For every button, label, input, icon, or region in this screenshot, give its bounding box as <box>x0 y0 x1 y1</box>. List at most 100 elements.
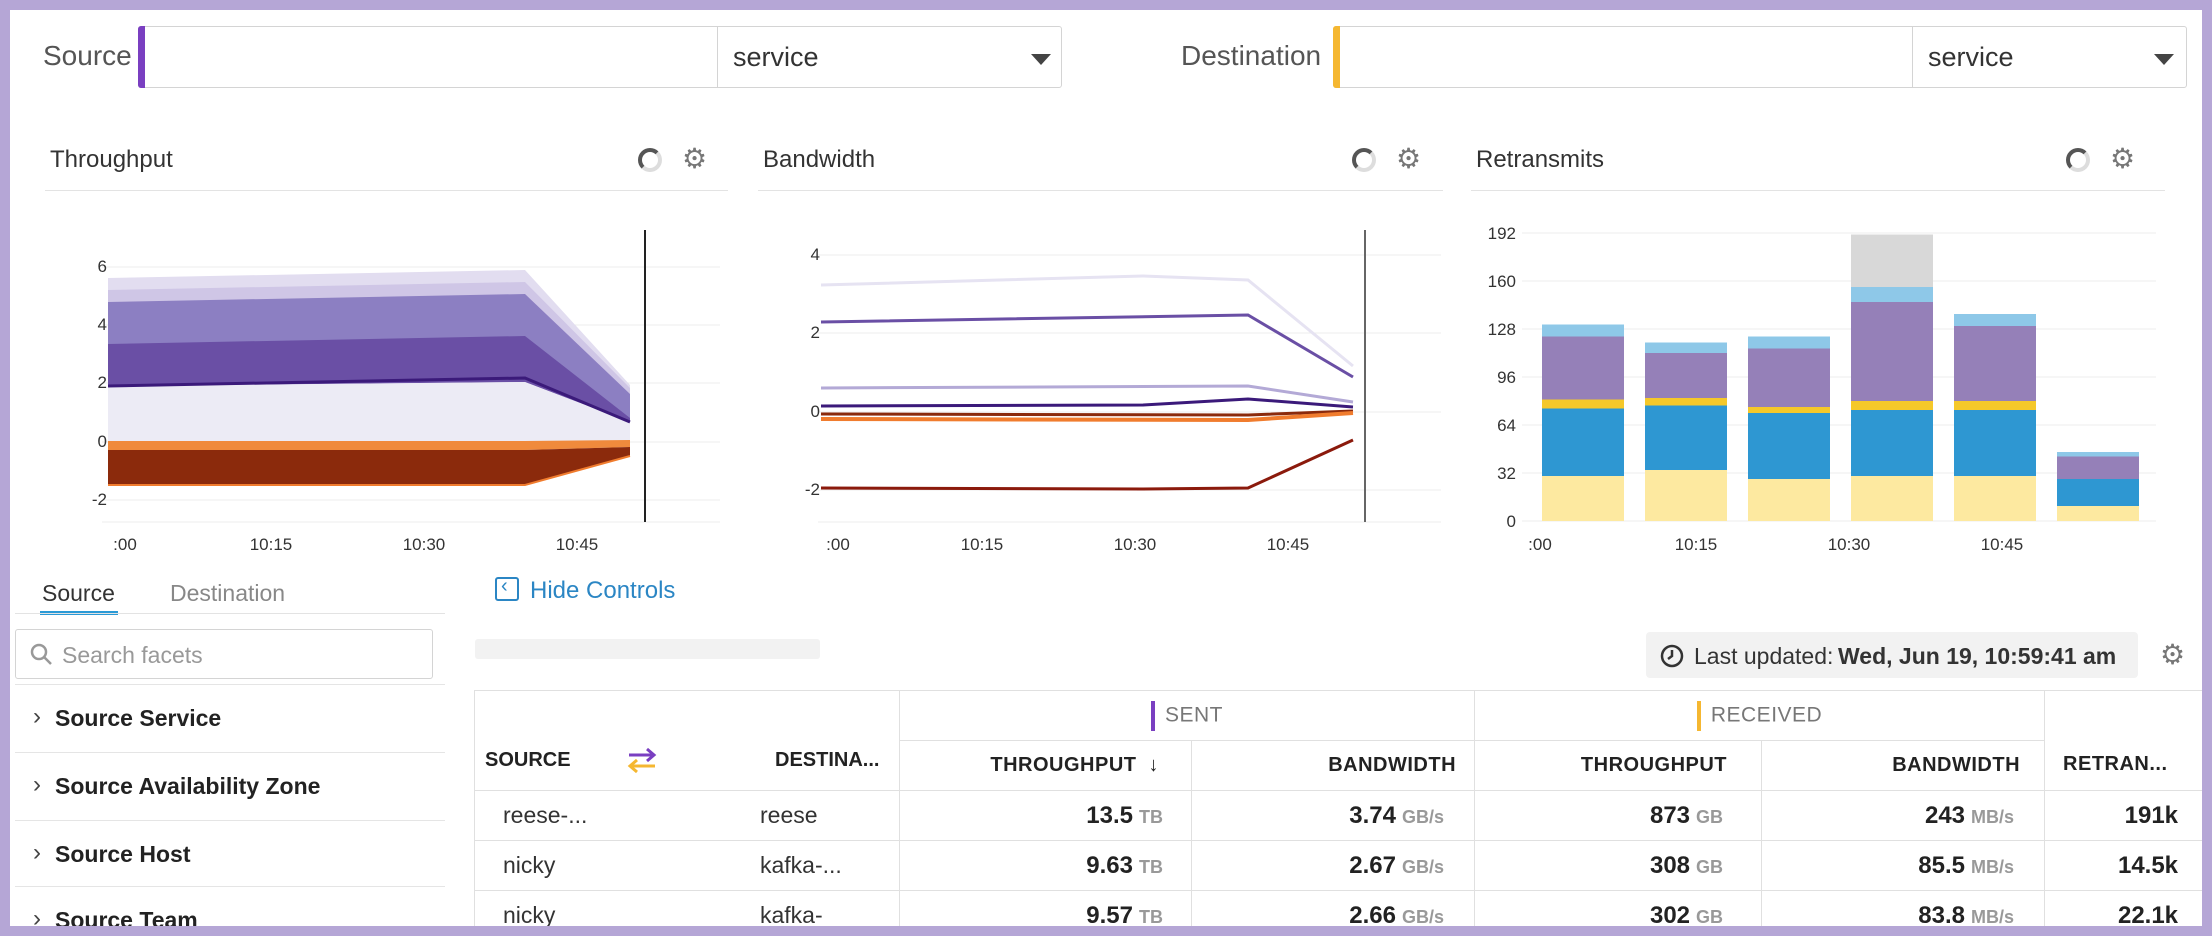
line-series-7 <box>820 438 1354 491</box>
x-tick: 10:30 <box>1114 535 1157 550</box>
facet-source-team[interactable]: › Source Team <box>15 886 445 926</box>
facet-label: Source Host <box>55 841 191 867</box>
row-sent-bandwidth: 2.66 GB/s <box>1190 890 1476 926</box>
widget-divider <box>758 190 1443 191</box>
retransmits-chart[interactable]: 192 160 128 96 64 32 0 :00 10:15 10:30 1… <box>1476 210 2176 550</box>
gear-icon[interactable]: ⚙ <box>2160 641 2185 669</box>
source-group-by-value[interactable]: service <box>733 42 819 73</box>
sent-throughput-header[interactable]: THROUGHPUT ↓ <box>899 740 1192 791</box>
bar-segment <box>1748 336 1830 349</box>
row-retransmits: 191k <box>2044 790 2202 841</box>
bar-segment <box>1645 398 1727 406</box>
bar-segment <box>1645 353 1727 398</box>
y-tick: 0 <box>811 402 820 421</box>
destination-filter[interactable]: service <box>1333 26 2187 88</box>
y-axis-labels: 6 4 2 0 -2 <box>92 257 107 509</box>
y-tick: 2 <box>98 373 107 392</box>
widget-divider <box>45 190 728 191</box>
x-tick: 10:15 <box>961 535 1004 550</box>
x-tick: 10:45 <box>556 535 599 550</box>
facet-source-host[interactable]: › Source Host <box>15 820 445 888</box>
row-destination: reese <box>760 802 818 828</box>
facet-source-availability-zone[interactable]: › Source Availability Zone <box>15 752 445 820</box>
collapse-icon[interactable]: ‹ <box>495 575 519 601</box>
throughput-title: Throughput <box>50 146 173 173</box>
bar-segment <box>1954 476 2036 521</box>
bandwidth-chart[interactable]: 4 2 0 -2 :00 10:15 10:30 10:45 <box>763 210 1453 550</box>
gear-icon[interactable]: ⚙ <box>682 145 707 173</box>
sent-bandwidth-header[interactable]: BANDWIDTH <box>1190 740 1476 791</box>
destination-color-bar <box>1333 26 1340 88</box>
destination-column-header[interactable]: DESTINA... <box>775 749 879 772</box>
tabs-divider <box>15 613 445 614</box>
row-sent-throughput: 9.57 TB <box>899 890 1192 926</box>
source-filter[interactable]: service <box>138 26 1062 88</box>
row-source-dest: nicky kafka- <box>474 890 900 926</box>
received-group-header: RECEIVED <box>1474 690 2046 741</box>
row-received-bandwidth: 85.5 MB/s <box>1761 840 2046 891</box>
x-tick: 10:45 <box>1981 535 2024 550</box>
retransmits-column-header[interactable]: RETRAN... <box>2044 690 2202 791</box>
widget-divider <box>1471 190 2165 191</box>
hide-controls-link[interactable]: Hide Controls <box>530 577 675 605</box>
gear-icon[interactable]: ⚙ <box>1396 145 1421 173</box>
bar-segment <box>2057 506 2139 521</box>
row-source-dest: nicky kafka-... <box>474 840 900 891</box>
search-input[interactable]: Search facets <box>15 629 433 679</box>
search-icon <box>30 643 52 665</box>
bar-segment <box>2057 456 2139 479</box>
bandwidth-lines <box>820 274 1354 491</box>
bar-segment <box>1954 410 2036 476</box>
row-sent-bandwidth: 2.67 GB/s <box>1190 840 1476 891</box>
network-page: Source service Destination service Throu… <box>10 10 2202 926</box>
bar-segment <box>1851 234 1933 287</box>
throughput-areas <box>107 270 631 486</box>
received-color-bar <box>1696 700 1701 731</box>
bar-segment <box>1542 476 1624 521</box>
x-axis-labels: :00 10:15 10:30 10:45 <box>826 535 1309 550</box>
x-axis-labels: :00 10:15 10:30 10:45 <box>113 535 598 550</box>
row-received-throughput: 873 GB <box>1474 790 1763 841</box>
chevron-right-icon: › <box>33 703 41 730</box>
source-dest-header: SOURCE DESTINA... <box>474 690 900 791</box>
bar-segment <box>1954 401 2036 410</box>
bar-segment <box>1851 287 1933 302</box>
destination-filter-label: Destination <box>1181 40 1322 71</box>
x-tick: :00 <box>113 535 137 550</box>
table-row[interactable]: nicky kafka-... 9.63 TB 2.67 GB/s 308 GB 85.… <box>474 840 2202 891</box>
chevron-down-icon[interactable] <box>1031 54 1051 65</box>
table-row[interactable]: reese-... reese 13.5 TB 3.74 GB/s 873 GB 243… <box>474 790 2202 841</box>
gear-icon[interactable]: ⚙ <box>2110 145 2135 173</box>
bar-segment <box>1542 408 1624 476</box>
x-tick: 10:30 <box>1828 535 1871 550</box>
y-tick: -2 <box>92 490 107 509</box>
y-tick: 160 <box>1488 272 1516 291</box>
y-tick: 128 <box>1488 320 1516 339</box>
y-tick: 4 <box>811 245 820 264</box>
tab-destination[interactable]: Destination <box>170 580 285 607</box>
facet-label: Source Service <box>55 705 222 731</box>
line-series-4 <box>820 397 1354 409</box>
received-bandwidth-header[interactable]: BANDWIDTH <box>1761 740 2046 791</box>
retransmits-bars <box>1542 234 2139 521</box>
x-tick: :00 <box>826 535 850 550</box>
y-tick: 192 <box>1488 224 1516 243</box>
tab-source[interactable]: Source <box>42 580 115 607</box>
destination-group-by-value[interactable]: service <box>1928 42 2014 73</box>
source-column-header[interactable]: SOURCE <box>485 749 627 772</box>
facet-source-service[interactable]: › Source Service <box>15 684 445 752</box>
chevron-down-icon[interactable] <box>2154 54 2174 65</box>
table-row[interactable]: nicky kafka- 9.57 TB 2.66 GB/s 302 GB 83.8 MB… <box>474 890 2202 926</box>
x-tick: :00 <box>1528 535 1552 550</box>
row-source: reese-... <box>503 802 588 828</box>
received-throughput-header[interactable]: THROUGHPUT <box>1474 740 1763 791</box>
row-destination: kafka-... <box>760 852 842 878</box>
bar-segment <box>1645 405 1727 470</box>
throughput-chart[interactable]: 6 4 2 0 -2 :00 10:15 10:30 10:45 <box>50 210 740 550</box>
y-tick: 64 <box>1497 416 1516 435</box>
filter-divider <box>717 27 718 87</box>
bar-segment <box>2057 479 2139 506</box>
swap-icon[interactable] <box>627 747 657 773</box>
x-tick: 10:45 <box>1267 535 1310 550</box>
last-updated-indicator: Last updated: Wed, Jun 19, 10:59:41 am <box>1646 632 2138 678</box>
